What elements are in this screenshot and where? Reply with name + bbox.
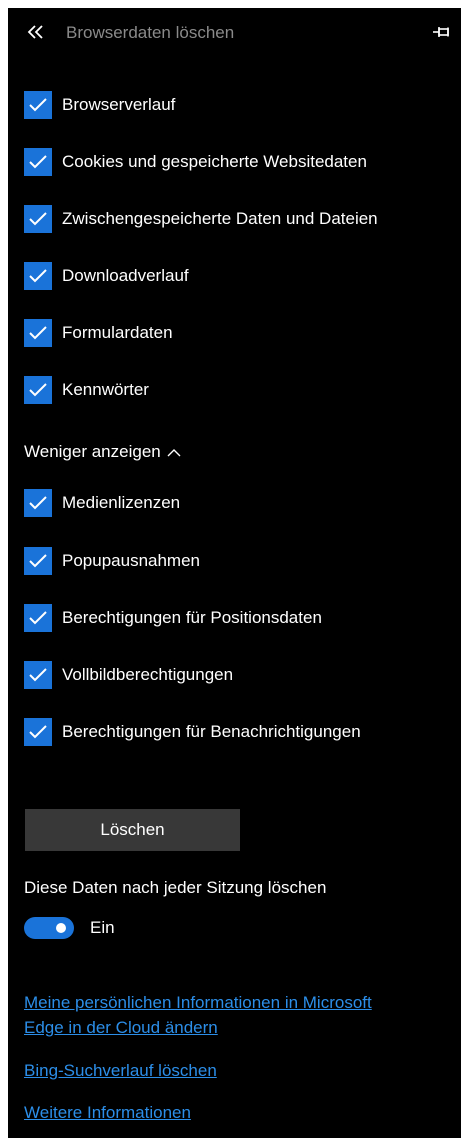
checkbox-label: Downloadverlauf (62, 266, 189, 285)
show-less-toggle[interactable]: Weniger anzeigen (24, 440, 181, 464)
checkbox-label: Berechtigungen für Positionsdaten (62, 608, 322, 627)
checkbox-checked-icon (24, 376, 52, 404)
checkbox-checked-icon (24, 148, 52, 176)
checkbox-label: Vollbildberechtigungen (62, 665, 234, 684)
checkbox-checked-icon (24, 205, 52, 233)
checkbox-cached-data[interactable]: Zwischengespeicherte Daten und Dateien (24, 204, 378, 234)
checkbox-checked-icon (24, 91, 52, 119)
checkbox-cookies[interactable]: Cookies und gespeicherte Websitedaten (24, 147, 367, 177)
toggle-state-label: Ein (90, 918, 115, 937)
checkbox-form-data[interactable]: Formulardaten (24, 318, 173, 348)
clear-bing-history-link[interactable]: Bing-Suchverlauf löschen (24, 1058, 217, 1083)
chevron-up-icon (167, 448, 181, 457)
checkbox-label: Popupausnahmen (62, 551, 201, 570)
checkbox-passwords[interactable]: Kennwörter (24, 375, 149, 405)
checkbox-download-history[interactable]: Downloadverlauf (24, 261, 189, 291)
checkbox-location-permissions[interactable]: Berechtigungen für Positionsdaten (24, 603, 322, 633)
toggle-knob (56, 923, 66, 933)
checkbox-label: Kennwörter (62, 380, 149, 399)
checkbox-checked-icon (24, 718, 52, 746)
checkbox-fullscreen-permissions[interactable]: Vollbildberechtigungen (24, 660, 233, 690)
pin-button[interactable] (429, 22, 455, 46)
clear-on-exit-setting: Ein (24, 914, 115, 942)
checkbox-label: Medienlizenzen (62, 493, 181, 512)
checkbox-label: Browserverlauf (62, 95, 176, 114)
double-chevron-left-icon (27, 24, 45, 44)
clear-on-exit-label: Diese Daten nach jeder Sitzung löschen (24, 878, 327, 897)
checkbox-label: Cookies und gespeicherte Websitedaten (62, 152, 367, 171)
checkbox-browsing-history[interactable]: Browserverlauf (24, 90, 175, 120)
back-button[interactable] (22, 20, 50, 48)
checkbox-checked-icon (24, 604, 52, 632)
clear-on-exit-toggle[interactable] (24, 917, 74, 939)
checkbox-label: Berechtigungen für Benachrichtigungen (62, 722, 361, 741)
pin-icon (432, 25, 452, 44)
clear-button[interactable]: Löschen (25, 809, 240, 851)
checkbox-checked-icon (24, 547, 52, 575)
checkbox-checked-icon (24, 661, 52, 689)
clear-browsing-data-panel: Browserdaten löschen Browserverlauf Cook… (8, 8, 461, 1138)
checkbox-checked-icon (24, 262, 52, 290)
panel-header: Browserdaten löschen (8, 8, 461, 60)
checkbox-notification-permissions[interactable]: Berechtigungen für Benachrichtigungen (24, 717, 361, 747)
change-cloud-info-link[interactable]: Meine persönlichen Informationen in Micr… (24, 990, 372, 1040)
link-line: Edge in der Cloud ändern (24, 1018, 218, 1037)
show-less-label: Weniger anzeigen (24, 442, 161, 461)
checkbox-label: Formulardaten (62, 323, 173, 342)
checkbox-popup-exceptions[interactable]: Popupausnahmen (24, 546, 200, 576)
checkbox-media-licenses[interactable]: Medienlizenzen (24, 488, 180, 518)
checkbox-label: Zwischengespeicherte Daten und Dateien (62, 209, 378, 228)
checkbox-checked-icon (24, 489, 52, 517)
panel-title: Browserdaten löschen (66, 23, 235, 42)
link-line: Meine persönlichen Informationen in Micr… (24, 993, 372, 1012)
checkbox-checked-icon (24, 319, 52, 347)
more-info-link[interactable]: Weitere Informationen (24, 1100, 191, 1125)
